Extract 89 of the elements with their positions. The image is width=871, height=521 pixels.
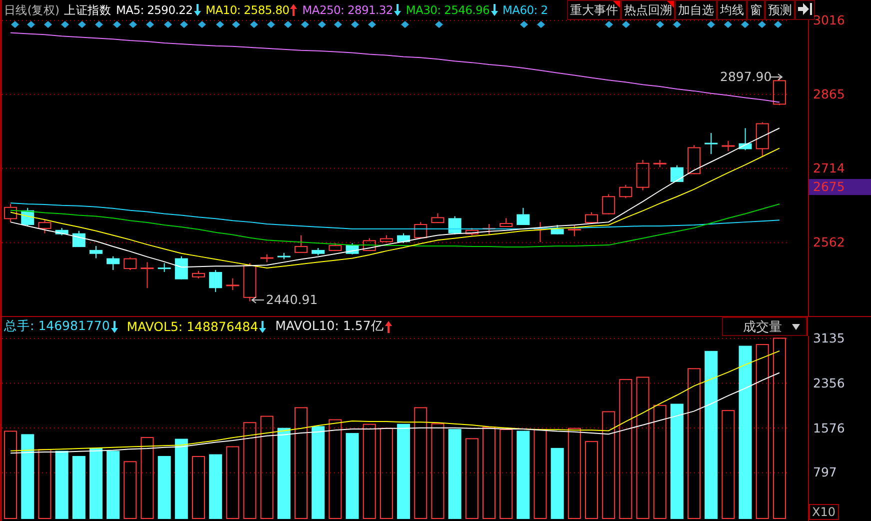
candlestick: [38, 220, 52, 234]
volume-indicator-value: MAVOL5: 148876484: [126, 319, 258, 334]
candlestick: [174, 256, 188, 280]
candlestick: [722, 140, 735, 152]
candlestick: [362, 238, 376, 252]
candlestick: [277, 252, 290, 260]
toolbar-button[interactable]: 加自选: [675, 0, 717, 20]
moving-average-value: MA30: 2546.96: [406, 3, 490, 17]
candlestick: [346, 242, 359, 255]
arrow-to-bar-icon: [798, 2, 812, 14]
volume-indicator-value: 总手: 146981770: [4, 318, 110, 335]
moving-average-value: MA5: 2590.22: [116, 3, 193, 17]
low-price-label: 2440.91: [266, 292, 318, 307]
candlestick: [568, 224, 581, 237]
price-tick-label: 3016: [813, 12, 845, 28]
candlestick: [670, 164, 684, 182]
volume-bar: [55, 450, 68, 519]
candlestick: [192, 270, 205, 279]
candlestick: [124, 256, 137, 270]
volume-tick-label: 1576: [813, 420, 845, 435]
collapse-button[interactable]: [795, 0, 815, 20]
candlestick: [55, 227, 68, 236]
candlestick: [140, 262, 154, 289]
candlestick: [772, 77, 786, 106]
candlestick: [500, 218, 513, 228]
candlestick: [688, 144, 701, 175]
candlestick: [260, 254, 274, 263]
moving-average-value: MA10: 2585.80: [206, 3, 290, 17]
candlestick: [243, 262, 256, 302]
candlestick: [585, 212, 598, 224]
candlestick: [89, 246, 102, 259]
candlestick: [448, 216, 462, 235]
candlestick: [380, 234, 393, 243]
candlestick: [294, 234, 308, 253]
unit-label: X10: [809, 504, 838, 520]
candlestick: [756, 122, 769, 157]
volume-bar: [550, 448, 564, 519]
candlestick: [72, 230, 86, 248]
volume-tick-label: 2356: [813, 375, 845, 390]
volume-bar: [38, 449, 52, 519]
moving-average-value: MA60: 2: [502, 3, 548, 17]
price-tick-label: 2562: [813, 234, 845, 250]
candlestick: [4, 203, 18, 223]
candlestick: [158, 262, 171, 272]
volume-bar: [209, 454, 222, 519]
candlestick: [209, 270, 222, 293]
volume-bar: [124, 461, 137, 519]
candlestick: [414, 222, 428, 239]
candlestick: [106, 256, 120, 270]
candlestick: [431, 212, 444, 224]
volume-tick-label: 3135: [813, 330, 845, 346]
toolbar-button[interactable]: 预测: [765, 0, 795, 20]
candlestick: [550, 224, 564, 235]
candlestick: [602, 194, 616, 215]
index-name: 上证指数: [64, 2, 111, 18]
period-label: 日线(复权): [4, 2, 60, 18]
volume-bar: [192, 456, 205, 519]
volume-bar: [158, 456, 171, 519]
arrow-icon: [251, 296, 264, 304]
price-tick-label: 2714: [813, 160, 845, 176]
candlestick: [328, 242, 342, 252]
candlestick: [704, 132, 718, 155]
arrow-icon: [770, 74, 783, 80]
toolbar-button[interactable]: 均线: [717, 0, 747, 20]
current-price-label: 2675: [809, 179, 871, 195]
moving-average-value: MA250: 2891.32: [302, 3, 393, 17]
indicator-dropdown[interactable]: 成交量: [722, 317, 807, 336]
candlestick: [636, 159, 650, 191]
volume-indicator-value: MAVOL10: 1.57亿: [275, 318, 384, 335]
candlestick: [738, 128, 752, 151]
volume-bar: [89, 448, 102, 519]
toolbar-button[interactable]: 窗: [747, 0, 765, 20]
toolbar-button[interactable]: 重大事件: [567, 0, 621, 20]
caret-icon: [792, 324, 800, 330]
candlestick: [397, 232, 410, 244]
volume-bar: [72, 456, 86, 519]
candlestick: [653, 159, 666, 168]
volume-tick-label: 797: [813, 464, 837, 480]
toolbar-button[interactable]: 热点回溯: [621, 0, 675, 20]
candlestick: [226, 278, 240, 291]
price-tick-label: 2865: [813, 86, 845, 102]
candlestick: [465, 227, 478, 236]
candlestick: [312, 248, 325, 256]
high-price-label: 2897.90: [720, 69, 772, 84]
candlestick: [516, 207, 530, 226]
volume-bar: [106, 450, 120, 519]
candlestick: [482, 224, 496, 235]
candlestick: [619, 184, 632, 199]
candlestick: [534, 222, 547, 243]
